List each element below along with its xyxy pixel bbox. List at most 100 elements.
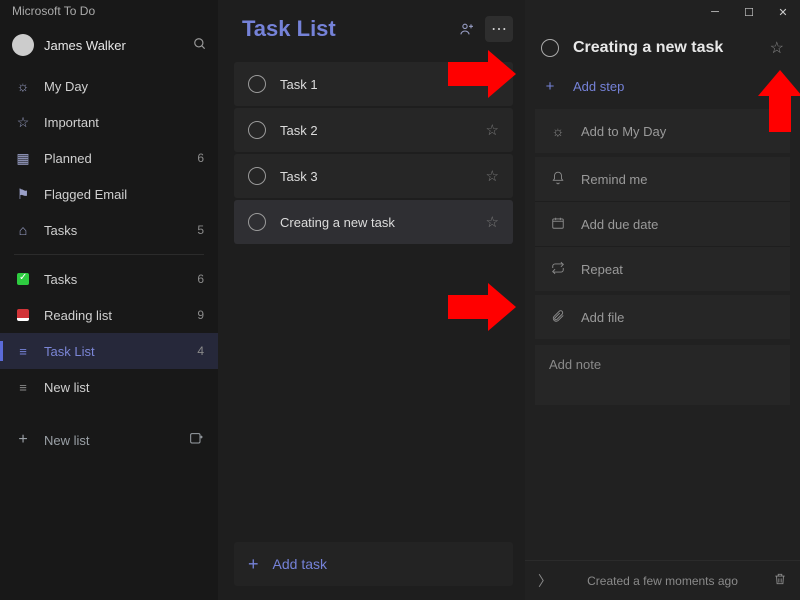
avatar <box>12 34 34 56</box>
complete-circle-icon[interactable] <box>248 121 266 139</box>
detail-section-myday: ☼ Add to My Day <box>535 109 790 153</box>
sidebar-list-reading[interactable]: Reading list 9 <box>0 297 218 333</box>
share-list-button[interactable] <box>453 16 481 42</box>
detail-footer: 〉 Created a few moments ago <box>525 560 800 600</box>
list-color-icon <box>14 308 32 322</box>
detail-row-label: Add to My Day <box>581 124 666 139</box>
add-task-button[interactable]: + Add task <box>234 542 513 586</box>
note-input[interactable]: Add note <box>535 345 790 405</box>
add-step-button[interactable]: + Add step <box>535 72 790 107</box>
star-icon[interactable]: ☆ <box>770 38 784 58</box>
sidebar-list-newlist[interactable]: ≡ New list <box>0 369 218 405</box>
sidebar-list-count: 4 <box>197 344 204 358</box>
star-icon[interactable]: ☆ <box>486 167 499 185</box>
new-list-button[interactable]: + New list <box>0 420 218 460</box>
app-root: Microsoft To Do James Walker ☼ My Day ☆ … <box>0 0 800 600</box>
add-due-date-button[interactable]: Add due date <box>535 202 790 246</box>
profile-row[interactable]: James Walker <box>0 28 218 68</box>
add-to-my-day-button[interactable]: ☼ Add to My Day <box>535 109 790 153</box>
sidebar-item-tasks[interactable]: ⌂ Tasks 5 <box>0 212 218 248</box>
sidebar-item-planned[interactable]: ▦ Planned 6 <box>0 140 218 176</box>
calendar-icon: ▦ <box>14 150 32 167</box>
detail-row-label: Add file <box>581 310 624 325</box>
complete-circle-icon[interactable] <box>248 213 266 231</box>
home-icon: ⌂ <box>14 222 32 238</box>
task-row[interactable]: Task 1 ☆ <box>234 62 513 106</box>
sidebar-item-count: 5 <box>197 223 204 237</box>
task-label: Task 2 <box>280 123 486 138</box>
list-title: Task List <box>242 16 453 42</box>
sidebar-item-label: Tasks <box>44 223 197 238</box>
detail-title-row: Creating a new task ☆ <box>535 30 790 70</box>
collapse-detail-button[interactable]: 〉 <box>535 571 555 591</box>
repeat-button[interactable]: Repeat <box>535 247 790 291</box>
sidebar-item-label: Important <box>44 115 204 130</box>
sun-icon: ☼ <box>549 123 567 139</box>
sidebar-list-label: Task List <box>44 344 197 359</box>
app-title: Microsoft To Do <box>0 0 218 28</box>
sidebar-list-label: Tasks <box>44 272 197 287</box>
sidebar-item-my-day[interactable]: ☼ My Day <box>0 68 218 104</box>
plus-icon: + <box>14 431 32 449</box>
list-more-button[interactable]: ⋯ <box>485 16 513 42</box>
detail-title[interactable]: Creating a new task <box>573 39 770 57</box>
list-color-icon: ✓ <box>14 272 32 286</box>
task-label: Task 3 <box>280 169 486 184</box>
delete-task-button[interactable] <box>770 572 790 589</box>
detail-section-dates: Remind me Add due date Repeat <box>535 157 790 291</box>
new-list-label: New list <box>44 433 188 448</box>
calendar-icon <box>549 216 567 233</box>
sun-icon: ☼ <box>14 78 32 94</box>
sidebar-divider <box>14 254 204 255</box>
detail-body: Creating a new task ☆ + Add step ☼ Add t… <box>525 24 800 560</box>
add-file-button[interactable]: Add file <box>535 295 790 339</box>
task-detail-panel: ─ ☐ ✕ Creating a new task ☆ + Add step ☼… <box>525 0 800 600</box>
repeat-icon <box>549 261 567 278</box>
flag-icon: ⚑ <box>14 186 32 203</box>
sidebar-item-flagged-email[interactable]: ⚑ Flagged Email <box>0 176 218 212</box>
detail-section-file: Add file <box>535 295 790 339</box>
task-row[interactable]: Creating a new task ☆ <box>234 200 513 244</box>
list-header: Task List ⋯ <box>234 16 513 42</box>
task-row[interactable]: Task 2 ☆ <box>234 108 513 152</box>
new-group-icon[interactable] <box>188 431 204 450</box>
complete-circle-icon[interactable] <box>248 75 266 93</box>
task-list-panel: Task List ⋯ Task 1 ☆ Task 2 ☆ Task 3 ☆ <box>218 0 525 600</box>
window-minimize-button[interactable]: ─ <box>698 0 732 24</box>
note-placeholder: Add note <box>549 357 601 372</box>
detail-row-label: Remind me <box>581 172 647 187</box>
search-icon[interactable] <box>192 37 208 54</box>
plus-icon: + <box>541 78 559 95</box>
star-icon[interactable]: ☆ <box>486 121 499 139</box>
task-label: Creating a new task <box>280 215 486 230</box>
bell-icon <box>549 171 567 188</box>
task-row[interactable]: Task 3 ☆ <box>234 154 513 198</box>
sidebar-item-important[interactable]: ☆ Important <box>0 104 218 140</box>
remind-me-button[interactable]: Remind me <box>535 157 790 201</box>
list-lines-icon: ≡ <box>14 380 32 394</box>
add-step-label: Add step <box>573 79 624 94</box>
window-close-button[interactable]: ✕ <box>766 0 800 24</box>
window-maximize-button[interactable]: ☐ <box>732 0 766 24</box>
sidebar-list-label: New list <box>44 380 204 395</box>
detail-row-label: Add due date <box>581 217 658 232</box>
list-header-actions: ⋯ <box>453 16 513 42</box>
detail-row-label: Repeat <box>581 262 623 277</box>
profile-name: James Walker <box>44 38 192 53</box>
plus-icon: + <box>248 554 259 575</box>
sidebar: Microsoft To Do James Walker ☼ My Day ☆ … <box>0 0 218 600</box>
complete-circle-icon[interactable] <box>248 167 266 185</box>
created-label: Created a few moments ago <box>555 574 770 588</box>
list-lines-icon: ≡ <box>14 344 32 358</box>
sidebar-item-label: My Day <box>44 79 204 94</box>
star-icon[interactable]: ☆ <box>486 75 499 93</box>
sidebar-list-tasklist[interactable]: ≡ Task List 4 <box>0 333 218 369</box>
complete-circle-icon[interactable] <box>541 39 559 57</box>
paperclip-icon <box>549 309 567 326</box>
sidebar-list-count: 6 <box>197 272 204 286</box>
sidebar-list-label: Reading list <box>44 308 197 323</box>
star-icon[interactable]: ☆ <box>486 213 499 231</box>
sidebar-item-count: 6 <box>197 151 204 165</box>
sidebar-list-tasks[interactable]: ✓ Tasks 6 <box>0 261 218 297</box>
sidebar-item-label: Flagged Email <box>44 187 204 202</box>
